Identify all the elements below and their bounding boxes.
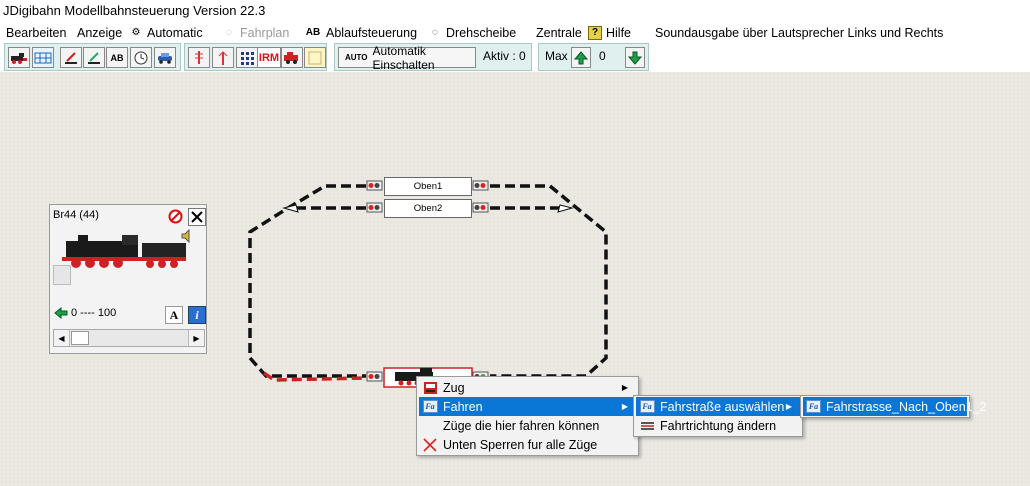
submenu-arrow-icon: ▶ bbox=[785, 402, 792, 411]
switch-right-icon[interactable] bbox=[557, 204, 574, 213]
menu-item-fahrstrasse-auswaehlen[interactable]: Fa Fahrstraße auswählen ▶ bbox=[636, 397, 800, 416]
loco-name: Br44 (44) bbox=[53, 209, 99, 221]
signal-top2-left[interactable] bbox=[366, 202, 383, 213]
menu-item-unten-sperren-label: Unten Sperren fur alle Züge bbox=[443, 437, 598, 452]
arrow-left-icon[interactable] bbox=[54, 307, 68, 319]
speaker-icon bbox=[181, 228, 190, 244]
menu-item-zuege-hier-label: Züge die hier fahren können bbox=[443, 418, 600, 433]
scroll-left-icon[interactable]: ◀ bbox=[54, 330, 70, 346]
block-oben2[interactable]: Oben2 bbox=[384, 199, 472, 218]
track-right-loop bbox=[490, 184, 608, 378]
menu-item-fahren[interactable]: Fa Fahren ▶ bbox=[419, 397, 636, 416]
scroll-right-icon[interactable]: ▶ bbox=[188, 330, 204, 346]
empty-icon bbox=[422, 418, 438, 434]
track-left-loop bbox=[248, 184, 366, 378]
fa-icon: Fa bbox=[806, 400, 821, 413]
block-oben2-label: Oben2 bbox=[413, 203, 443, 214]
context-menu: Zug ▶ Fa Fahren ▶ Züge die hier fahren k… bbox=[416, 376, 639, 456]
loco-function-pad[interactable] bbox=[53, 265, 71, 285]
menu-item-route-oben1-2[interactable]: Fa Fahrstrasse_Nach_Oben1_2 bbox=[803, 397, 987, 416]
menu-item-unten-sperren[interactable]: Unten Sperren fur alle Züge bbox=[419, 435, 636, 454]
signal-top1-right[interactable] bbox=[472, 180, 489, 191]
direction-icon bbox=[639, 418, 655, 434]
signal-bottom-left[interactable] bbox=[366, 371, 383, 382]
submenu-arrow-icon: ▶ bbox=[621, 383, 628, 392]
menu-item-fahren-label: Fahren bbox=[443, 399, 483, 414]
menu-item-fahrstrasse-label: Fahrstraße auswählen bbox=[660, 399, 785, 414]
close-button[interactable] bbox=[188, 208, 206, 226]
fa-icon: Fa bbox=[422, 400, 438, 413]
route-icon: Fa bbox=[806, 399, 821, 415]
menu-item-zuege-hier[interactable]: Züge die hier fahren können bbox=[419, 416, 636, 435]
fahren-icon: Fa bbox=[422, 399, 438, 415]
font-button[interactable]: A bbox=[165, 306, 183, 324]
context-submenu-routes: Fa Fahrstrasse_Nach_Oben1_2 bbox=[800, 395, 987, 418]
menu-item-fahrtrichtung-aendern[interactable]: Fahrtrichtung ändern bbox=[636, 416, 800, 435]
block-oben1-label: Oben1 bbox=[413, 181, 443, 192]
speed-range-label: 0 ---- 100 bbox=[71, 307, 117, 319]
signal-top1-left[interactable] bbox=[366, 180, 383, 191]
switch-left-icon[interactable] bbox=[282, 204, 299, 213]
train-icon bbox=[422, 380, 438, 396]
fahrstrasse-icon: Fa bbox=[639, 399, 655, 415]
info-button[interactable]: i bbox=[188, 306, 206, 324]
submenu-arrow-icon: ▶ bbox=[621, 402, 628, 411]
close-icon bbox=[191, 211, 203, 223]
block-oben1[interactable]: Oben1 bbox=[384, 177, 472, 196]
speed-row: 0 ---- 100 bbox=[54, 307, 116, 319]
loco-control-panel: Br44 (44) 0 ---- 100 A i ◀ ▶ bbox=[49, 204, 207, 354]
stop-button[interactable] bbox=[167, 208, 184, 225]
menu-item-zug-label: Zug bbox=[443, 380, 465, 395]
red-x-icon bbox=[422, 437, 438, 453]
sound-icon[interactable] bbox=[181, 228, 193, 244]
menu-item-fahrtrichtung-label: Fahrtrichtung ändern bbox=[660, 418, 777, 433]
menu-item-zug[interactable]: Zug ▶ bbox=[419, 378, 636, 397]
context-submenu-fahren: Fa Fahrstraße auswählen ▶ Fahrtrichtung … bbox=[633, 395, 803, 437]
scroll-thumb[interactable] bbox=[71, 331, 89, 345]
forbidden-icon bbox=[168, 209, 183, 224]
locomotive-image bbox=[62, 235, 186, 268]
speed-scrollbar[interactable]: ◀ ▶ bbox=[53, 329, 205, 347]
signal-top2-right[interactable] bbox=[472, 202, 489, 213]
info-icon: i bbox=[195, 307, 199, 322]
font-icon: A bbox=[169, 307, 179, 322]
menu-item-route-label: Fahrstrasse_Nach_Oben1_2 bbox=[826, 399, 987, 414]
fa-icon: Fa bbox=[639, 400, 655, 413]
